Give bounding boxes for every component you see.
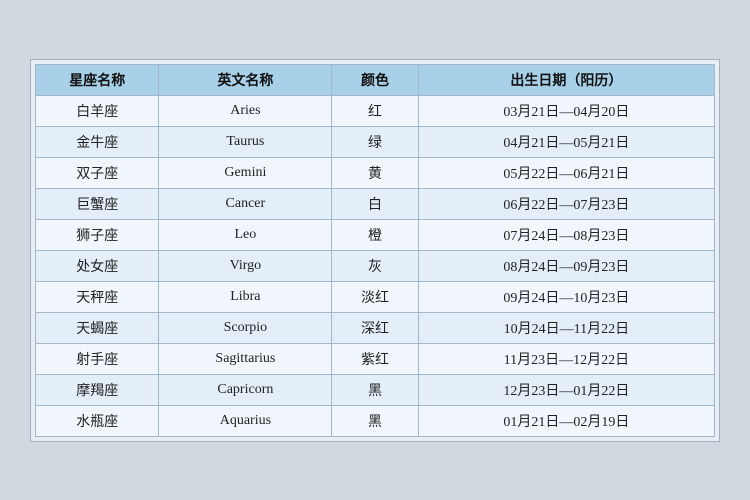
cell-zh-name: 巨蟹座	[36, 188, 159, 219]
cell-date-range: 09月24日—10月23日	[418, 281, 714, 312]
zodiac-table-container: 星座名称 英文名称 颜色 出生日期（阳历） 白羊座Aries红03月21日—04…	[30, 59, 720, 442]
cell-en-name: Sagittarius	[159, 343, 332, 374]
cell-color: 紫红	[332, 343, 418, 374]
table-row: 狮子座Leo橙07月24日—08月23日	[36, 219, 715, 250]
table-row: 白羊座Aries红03月21日—04月20日	[36, 95, 715, 126]
cell-date-range: 05月22日—06月21日	[418, 157, 714, 188]
cell-color: 橙	[332, 219, 418, 250]
table-row: 射手座Sagittarius紫红11月23日—12月22日	[36, 343, 715, 374]
table-row: 双子座Gemini黄05月22日—06月21日	[36, 157, 715, 188]
cell-color: 绿	[332, 126, 418, 157]
cell-zh-name: 摩羯座	[36, 374, 159, 405]
cell-color: 黑	[332, 405, 418, 436]
header-date-range: 出生日期（阳历）	[418, 64, 714, 95]
cell-date-range: 11月23日—12月22日	[418, 343, 714, 374]
table-row: 摩羯座Capricorn黑12月23日—01月22日	[36, 374, 715, 405]
cell-zh-name: 射手座	[36, 343, 159, 374]
cell-zh-name: 水瓶座	[36, 405, 159, 436]
cell-en-name: Virgo	[159, 250, 332, 281]
cell-color: 红	[332, 95, 418, 126]
cell-en-name: Libra	[159, 281, 332, 312]
cell-color: 灰	[332, 250, 418, 281]
cell-color: 白	[332, 188, 418, 219]
cell-date-range: 03月21日—04月20日	[418, 95, 714, 126]
cell-date-range: 08月24日—09月23日	[418, 250, 714, 281]
cell-color: 黑	[332, 374, 418, 405]
cell-zh-name: 双子座	[36, 157, 159, 188]
table-row: 天秤座Libra淡红09月24日—10月23日	[36, 281, 715, 312]
cell-color: 黄	[332, 157, 418, 188]
cell-date-range: 04月21日—05月21日	[418, 126, 714, 157]
table-row: 天蝎座Scorpio深红10月24日—11月22日	[36, 312, 715, 343]
cell-color: 淡红	[332, 281, 418, 312]
cell-en-name: Taurus	[159, 126, 332, 157]
cell-en-name: Aries	[159, 95, 332, 126]
table-row: 水瓶座Aquarius黑01月21日—02月19日	[36, 405, 715, 436]
cell-date-range: 01月21日—02月19日	[418, 405, 714, 436]
cell-color: 深红	[332, 312, 418, 343]
zodiac-table: 星座名称 英文名称 颜色 出生日期（阳历） 白羊座Aries红03月21日—04…	[35, 64, 715, 437]
table-header-row: 星座名称 英文名称 颜色 出生日期（阳历）	[36, 64, 715, 95]
cell-en-name: Gemini	[159, 157, 332, 188]
header-zh-name: 星座名称	[36, 64, 159, 95]
table-body: 白羊座Aries红03月21日—04月20日金牛座Taurus绿04月21日—0…	[36, 95, 715, 436]
cell-date-range: 12月23日—01月22日	[418, 374, 714, 405]
cell-en-name: Aquarius	[159, 405, 332, 436]
cell-date-range: 06月22日—07月23日	[418, 188, 714, 219]
cell-en-name: Leo	[159, 219, 332, 250]
cell-zh-name: 金牛座	[36, 126, 159, 157]
table-row: 金牛座Taurus绿04月21日—05月21日	[36, 126, 715, 157]
cell-zh-name: 天蝎座	[36, 312, 159, 343]
cell-zh-name: 处女座	[36, 250, 159, 281]
cell-zh-name: 狮子座	[36, 219, 159, 250]
cell-en-name: Cancer	[159, 188, 332, 219]
cell-zh-name: 白羊座	[36, 95, 159, 126]
cell-en-name: Scorpio	[159, 312, 332, 343]
table-row: 处女座Virgo灰08月24日—09月23日	[36, 250, 715, 281]
header-en-name: 英文名称	[159, 64, 332, 95]
cell-zh-name: 天秤座	[36, 281, 159, 312]
table-row: 巨蟹座Cancer白06月22日—07月23日	[36, 188, 715, 219]
header-color: 颜色	[332, 64, 418, 95]
cell-date-range: 07月24日—08月23日	[418, 219, 714, 250]
cell-date-range: 10月24日—11月22日	[418, 312, 714, 343]
cell-en-name: Capricorn	[159, 374, 332, 405]
